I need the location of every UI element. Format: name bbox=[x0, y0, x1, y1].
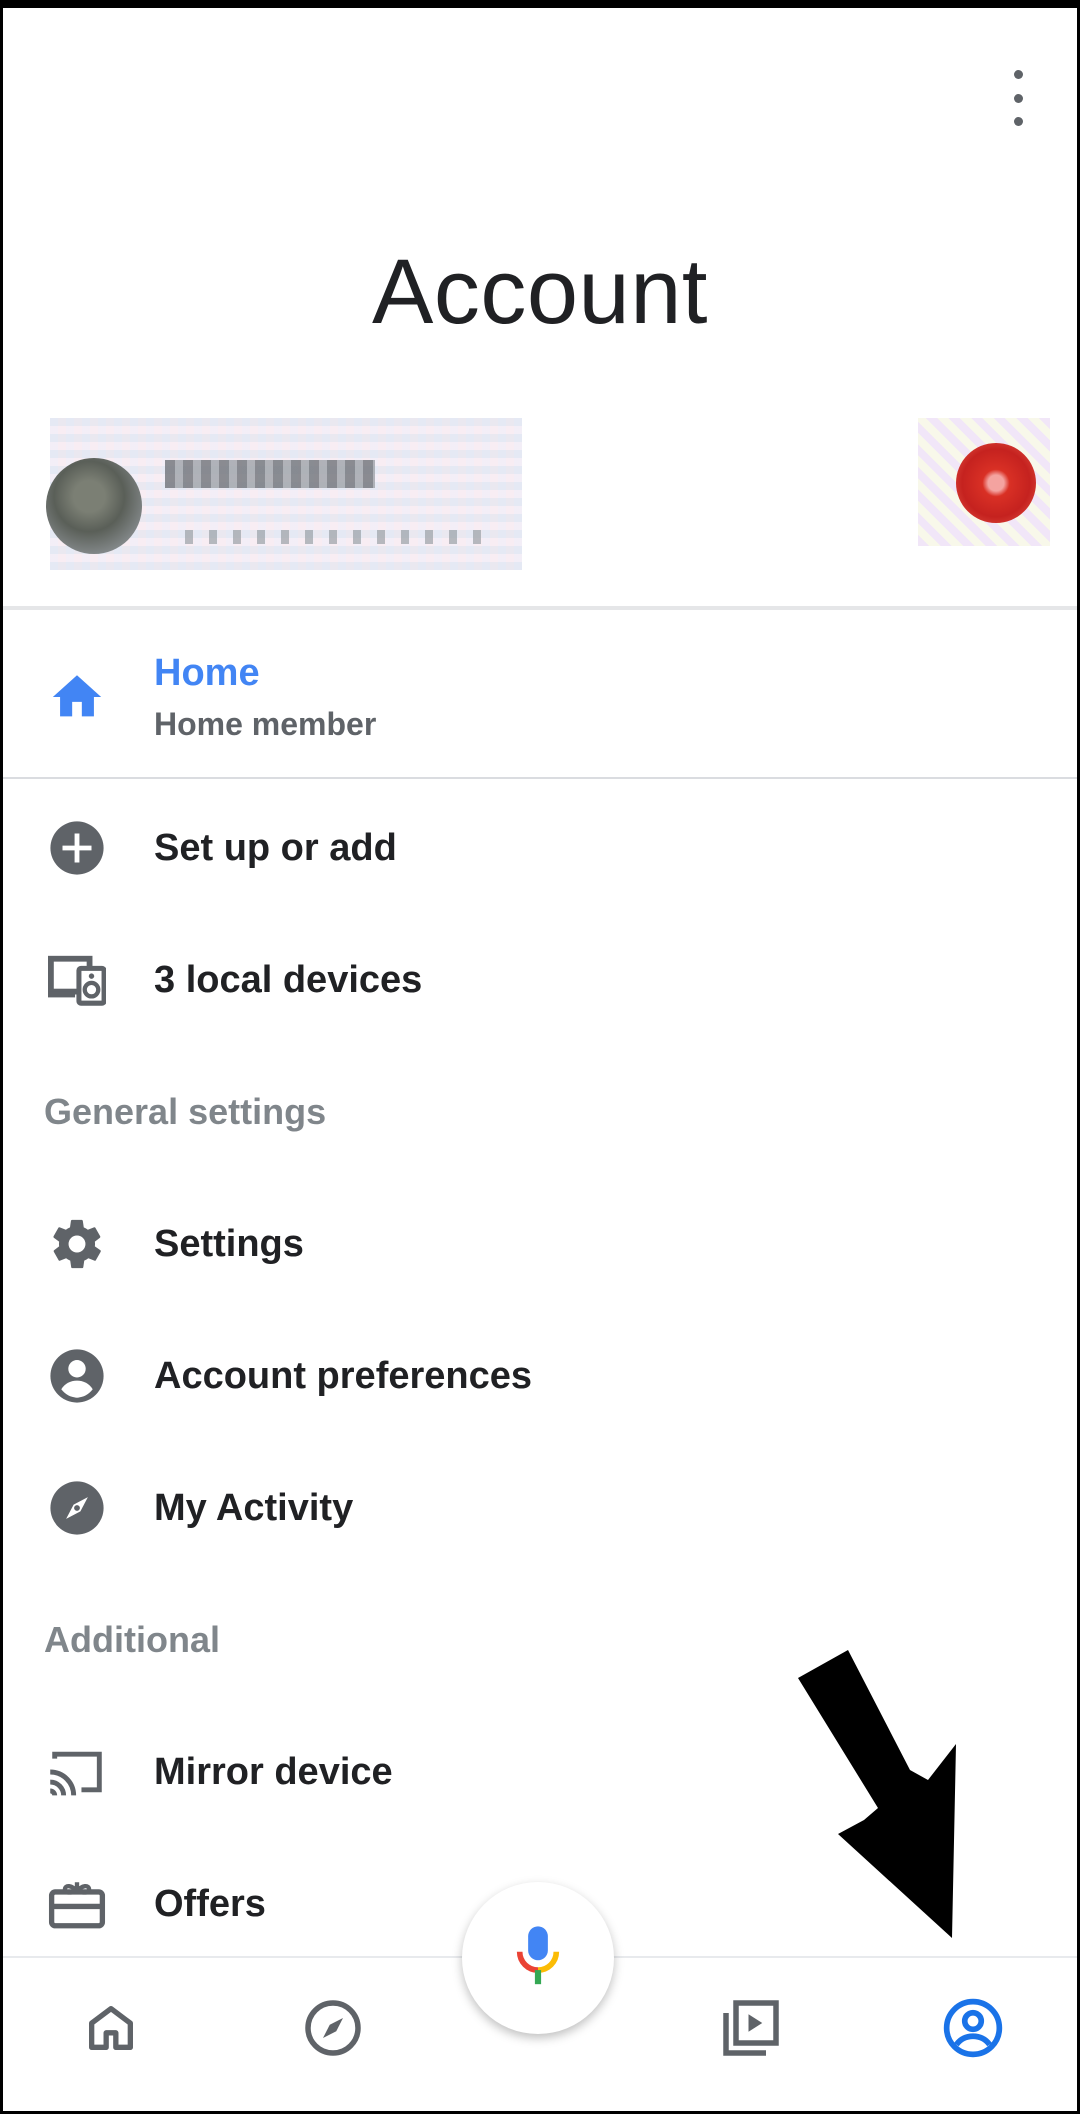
compass-icon bbox=[48, 1479, 106, 1537]
gear-icon bbox=[48, 1215, 106, 1273]
nav-account-tab[interactable] bbox=[933, 1990, 1013, 2070]
nav-explore-tab[interactable] bbox=[293, 1990, 373, 2070]
account-icon bbox=[942, 1997, 1004, 2064]
my-activity-item[interactable]: My Activity bbox=[0, 1458, 1080, 1558]
home-label: Home bbox=[154, 652, 260, 694]
home-subtitle: Home member bbox=[154, 706, 377, 742]
offers-label: Offers bbox=[154, 1882, 266, 1925]
media-icon bbox=[721, 1998, 781, 2063]
profile-picture[interactable] bbox=[918, 418, 1050, 546]
divider bbox=[0, 606, 1080, 610]
account-avatar bbox=[46, 458, 142, 554]
set-up-or-add-item[interactable]: Set up or add bbox=[0, 798, 1080, 898]
set-up-or-add-label: Set up or add bbox=[154, 826, 397, 869]
account-email-redacted bbox=[185, 530, 485, 544]
account-name-redacted bbox=[165, 460, 375, 488]
divider bbox=[0, 777, 1080, 779]
add-circle-icon bbox=[48, 819, 106, 877]
my-activity-label: My Activity bbox=[154, 1486, 354, 1529]
cast-icon bbox=[48, 1743, 106, 1801]
local-devices-item[interactable]: 3 local devices bbox=[0, 930, 1080, 1030]
local-devices-label: 3 local devices bbox=[154, 958, 423, 1001]
status-bar-edge bbox=[0, 0, 1080, 8]
nav-media-tab[interactable] bbox=[711, 1990, 791, 2070]
pointer-arrow bbox=[780, 1650, 980, 1955]
additional-header: Additional bbox=[44, 1619, 220, 1660]
page-title: Account bbox=[372, 241, 708, 343]
home-icon bbox=[82, 1999, 140, 2062]
assistant-mic-button[interactable] bbox=[462, 1882, 614, 2034]
more-vert-icon[interactable] bbox=[998, 70, 1038, 126]
gift-icon bbox=[48, 1875, 106, 1933]
general-settings-header: General settings bbox=[44, 1091, 327, 1132]
account-preferences-item[interactable]: Account preferences bbox=[0, 1326, 1080, 1426]
account-switcher[interactable] bbox=[46, 418, 522, 570]
settings-item[interactable]: Settings bbox=[0, 1194, 1080, 1294]
settings-label: Settings bbox=[154, 1222, 304, 1265]
account-circle-icon bbox=[48, 1347, 106, 1405]
mirror-device-label: Mirror device bbox=[154, 1750, 393, 1793]
nav-home-tab[interactable] bbox=[71, 1990, 151, 2070]
account-preferences-label: Account preferences bbox=[154, 1354, 533, 1397]
mic-icon bbox=[515, 1925, 561, 1992]
explore-icon bbox=[303, 1998, 363, 2063]
devices-icon bbox=[48, 951, 106, 1009]
home-icon bbox=[48, 668, 106, 731]
